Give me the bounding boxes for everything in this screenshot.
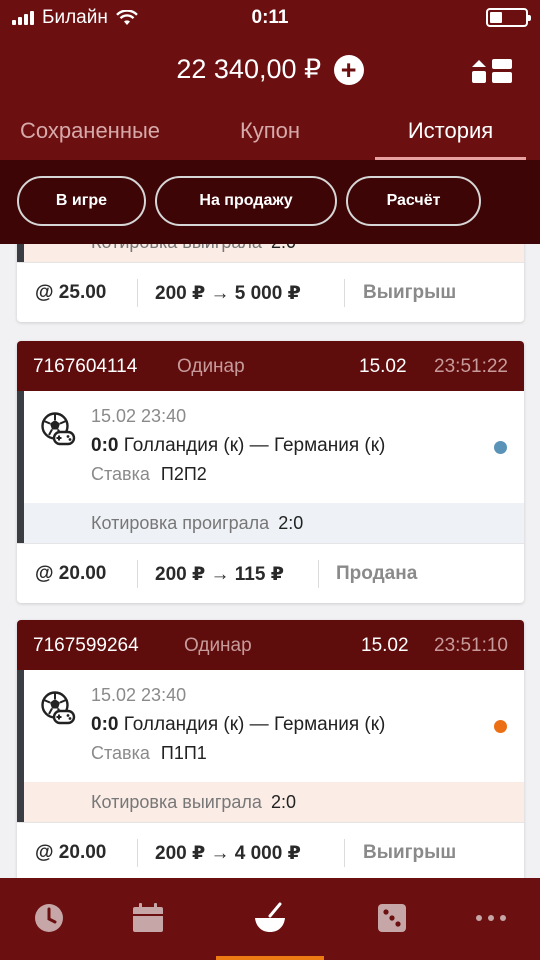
card-footer: @ 20.00 200 ₽ → 115 ₽ Продана bbox=[17, 543, 524, 603]
esports-football-icon bbox=[41, 412, 76, 446]
bet-time: 23:51:10 bbox=[434, 635, 508, 656]
payout-value: 200 ₽ → 4 000 ₽ bbox=[155, 843, 301, 864]
status-bar: Билайн 0:11 bbox=[0, 0, 540, 36]
bet-id: 7167604114 bbox=[33, 356, 138, 377]
bet-history-list: Котировка выиграла 2:0 @ 25.00 200 ₽ → 5… bbox=[0, 244, 540, 878]
bet-status: Выигрыш bbox=[363, 282, 457, 303]
bowl-icon bbox=[255, 902, 285, 932]
odds-value: @ 25.00 bbox=[35, 282, 107, 303]
bet-card[interactable]: Котировка выиграла 2:0 @ 25.00 200 ₽ → 5… bbox=[17, 244, 524, 322]
divider bbox=[137, 279, 138, 307]
bet-date: 15.02 bbox=[359, 356, 407, 377]
event-row: 15.02 23:40 0:0 Голландия (к) — Германия… bbox=[17, 670, 524, 782]
add-funds-button[interactable]: + bbox=[333, 54, 364, 85]
event-row: 15.02 23:40 0:0 Голландия (к) — Германия… bbox=[17, 391, 524, 503]
bet-type: Одинар bbox=[184, 635, 252, 656]
event-score: 0:0 bbox=[91, 714, 119, 735]
filter-in-play-button[interactable]: В игре bbox=[17, 176, 146, 226]
quote-label: Котировка выиграла bbox=[91, 792, 262, 812]
card-footer: @ 20.00 200 ₽ → 4 000 ₽ Выигрыш bbox=[17, 822, 524, 878]
event-teams: Голландия (к) — Германия (к) bbox=[123, 714, 386, 735]
card-header: 7167604114 Одинар 15.02 23:51:22 bbox=[17, 341, 524, 391]
dice-icon bbox=[378, 904, 406, 932]
bet-type: Одинар bbox=[177, 356, 245, 377]
status-dot bbox=[494, 441, 507, 454]
tab-bar: Сохраненные Купон История bbox=[0, 108, 540, 160]
event-datetime: 15.02 23:40 bbox=[91, 406, 187, 426]
tab-coupon[interactable]: Купон bbox=[180, 108, 360, 160]
event-match: 0:0 Голландия (к) — Германия (к) bbox=[91, 714, 385, 736]
battery-icon bbox=[486, 8, 531, 27]
bet-card[interactable]: 7167604114 Одинар 15.02 23:51:22 15.02 2… bbox=[17, 341, 524, 603]
calendar-icon bbox=[133, 903, 163, 932]
event-teams: Голландия (к) — Германия (к) bbox=[123, 435, 386, 456]
divider bbox=[137, 560, 138, 588]
tab-history[interactable]: История bbox=[375, 108, 526, 160]
bet-card[interactable]: 7167599264 Одинар 15.02 23:51:10 15.02 2… bbox=[17, 620, 524, 878]
nav-bets[interactable] bbox=[216, 878, 324, 960]
quote-label: Котировка проиграла bbox=[91, 513, 270, 533]
quote-value: 2:0 bbox=[278, 513, 304, 533]
bet-selection: Ставка П1П1 bbox=[91, 743, 207, 764]
status-dot bbox=[494, 720, 507, 733]
quote-result: Котировка выиграла 2:0 bbox=[17, 244, 524, 262]
event-match: 0:0 Голландия (к) — Германия (к) bbox=[91, 435, 385, 457]
nav-more[interactable] bbox=[437, 878, 540, 960]
bet-value: П1П1 bbox=[160, 743, 207, 763]
odds-value: @ 20.00 bbox=[35, 842, 107, 863]
bet-date: 15.02 bbox=[361, 635, 409, 656]
bet-label: Ставка bbox=[91, 743, 150, 763]
nav-history[interactable] bbox=[0, 878, 103, 960]
quote-label: Котировка выиграла bbox=[91, 244, 262, 252]
bet-id: 7167599264 bbox=[33, 635, 139, 656]
bet-value: П2П2 bbox=[160, 464, 207, 484]
quote-result: Котировка выиграла 2:0 bbox=[17, 782, 524, 822]
payout-value: 200 ₽ → 5 000 ₽ bbox=[155, 283, 301, 304]
more-icon bbox=[476, 915, 506, 921]
divider bbox=[137, 839, 138, 867]
divider bbox=[344, 279, 345, 307]
divider bbox=[318, 560, 319, 588]
clock-icon bbox=[35, 904, 63, 932]
filter-settled-button[interactable]: Расчёт bbox=[346, 176, 481, 226]
nav-casino[interactable] bbox=[338, 878, 446, 960]
event-score: 0:0 bbox=[91, 435, 119, 456]
tab-saved[interactable]: Сохраненные bbox=[0, 108, 180, 160]
bet-status: Выигрыш bbox=[363, 842, 457, 863]
payout-value: 200 ₽ → 115 ₽ bbox=[155, 564, 284, 585]
filter-bar: В игре На продажу Расчёт bbox=[0, 160, 540, 244]
event-datetime: 15.02 23:40 bbox=[91, 685, 187, 705]
odds-value: @ 20.00 bbox=[35, 563, 107, 584]
bet-time: 23:51:22 bbox=[434, 356, 508, 377]
bet-label: Ставка bbox=[91, 464, 150, 484]
quote-result: Котировка проиграла 2:0 bbox=[17, 503, 524, 543]
layout-toggle-icon[interactable] bbox=[470, 56, 514, 86]
balance-row: 22 340,00 ₽ + bbox=[0, 54, 540, 88]
header: 22 340,00 ₽ + Сохраненные Купон История bbox=[0, 36, 540, 160]
quote-value: 2:0 bbox=[270, 792, 296, 812]
card-header: 7167599264 Одинар 15.02 23:51:10 bbox=[17, 620, 524, 670]
balance-amount: 22 340,00 ₽ bbox=[176, 54, 322, 84]
card-footer: @ 25.00 200 ₽ → 5 000 ₽ Выигрыш bbox=[17, 262, 524, 322]
divider bbox=[344, 839, 345, 867]
esports-football-icon bbox=[41, 691, 76, 725]
clock-time: 0:11 bbox=[251, 7, 289, 28]
bet-selection: Ставка П2П2 bbox=[91, 464, 207, 485]
bet-status: Продана bbox=[336, 563, 418, 584]
filter-for-sale-button[interactable]: На продажу bbox=[155, 176, 337, 226]
nav-calendar[interactable] bbox=[94, 878, 202, 960]
bottom-nav bbox=[0, 878, 540, 960]
quote-value: 2:0 bbox=[271, 244, 296, 252]
